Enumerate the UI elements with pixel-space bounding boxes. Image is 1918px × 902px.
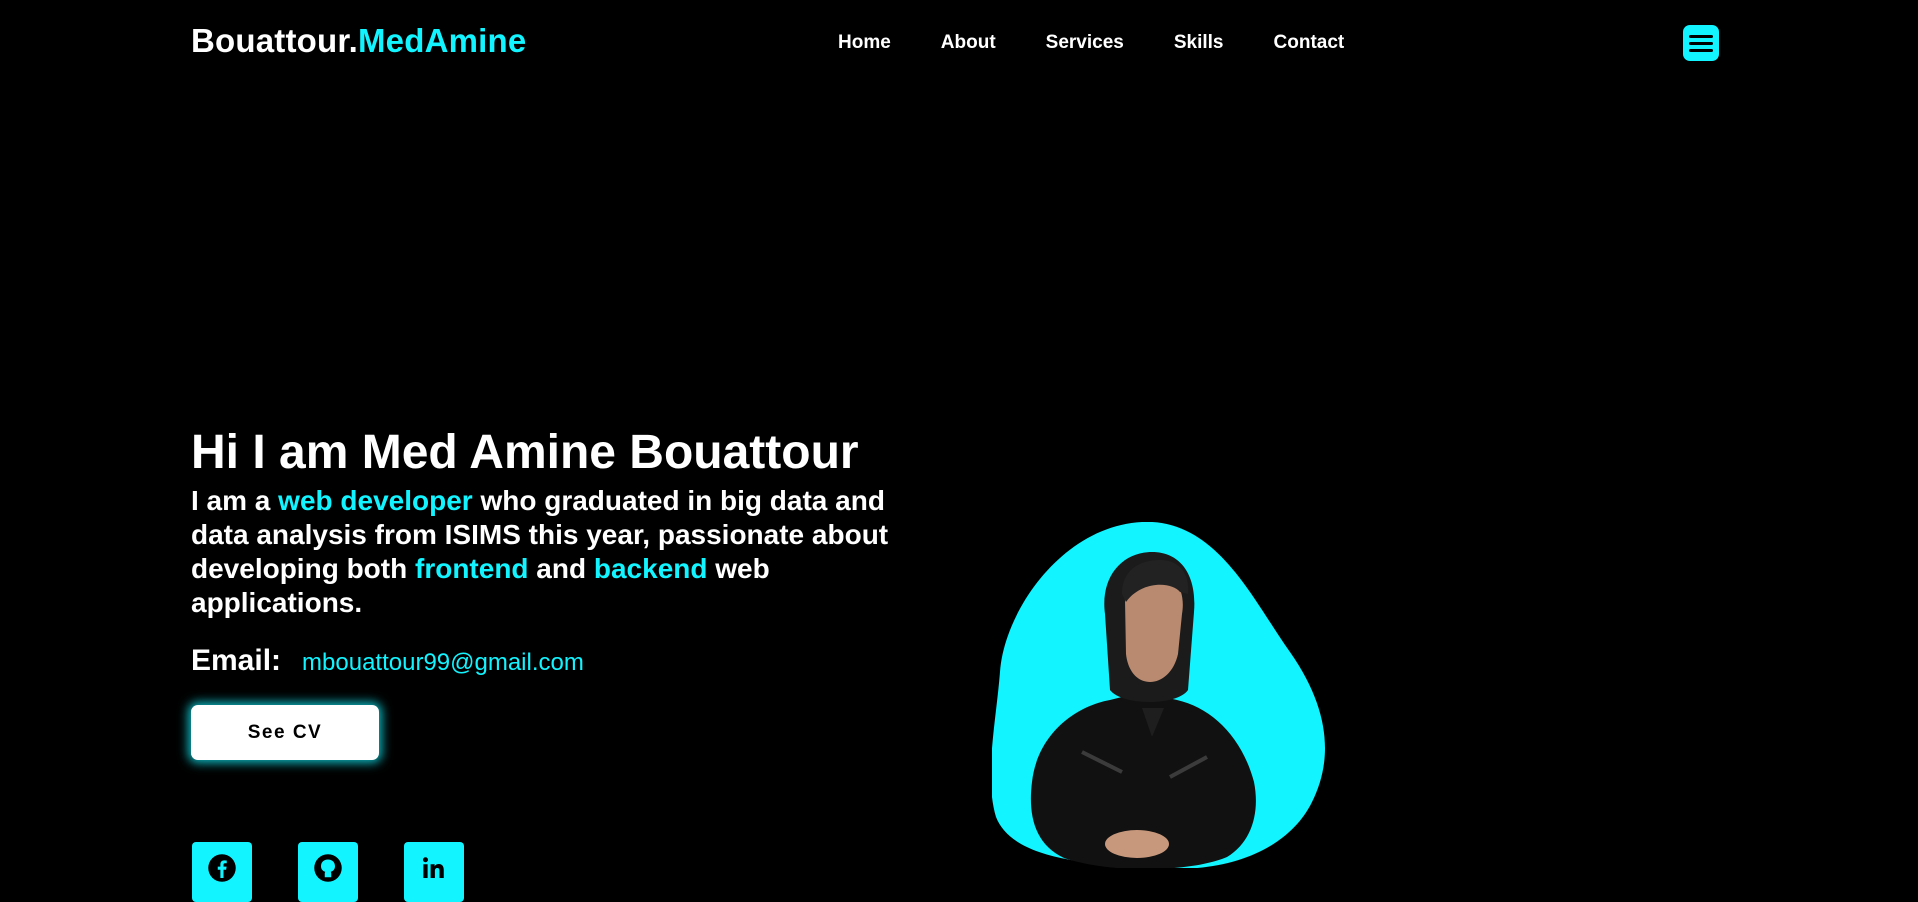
hamburger-menu-icon-bar [1689,48,1713,52]
nav-services[interactable]: Services [1046,31,1124,55]
nav-contact[interactable]: Contact [1274,31,1345,55]
linkedin-icon [423,857,444,878]
hero-title: Hi I am Med Amine Bouattour [191,426,859,479]
site-header: Bouattour.MedAmine Home About Services S… [0,0,1918,86]
github-link[interactable] [298,842,358,902]
see-cv-button[interactable]: See CV [191,705,379,760]
github-icon [314,854,342,882]
main-nav: Home About Services Skills Contact [838,31,1344,55]
facebook-link[interactable] [192,842,252,902]
hamburger-menu-icon [1689,34,1713,38]
facebook-icon [208,854,236,882]
desc-highlight-backend: backend [593,553,708,584]
logo-accent: MedAmine [357,22,527,59]
nav-skills[interactable]: Skills [1174,31,1224,55]
desc-text: I am a [191,485,279,516]
email-link[interactable]: mbouattour99@gmail.com [302,645,584,681]
nav-about[interactable]: About [941,31,996,55]
profile-photo [992,522,1325,868]
email-label: Email: [191,644,282,677]
email-row: Email: mbouattour99@gmail.com [191,643,584,681]
menu-button[interactable] [1683,25,1719,61]
hero-description: I am a web developer who graduated in bi… [191,484,931,620]
desc-highlight-web-developer: web developer [278,485,473,516]
desc-highlight-frontend: frontend [415,553,529,584]
social-links [192,842,464,902]
hamburger-menu-icon-bar [1689,41,1713,45]
logo[interactable]: Bouattour.MedAmine [191,21,526,61]
linkedin-link[interactable] [404,842,464,902]
nav-home[interactable]: Home [838,31,891,55]
desc-text: and [528,553,594,584]
logo-name: Bouattour. [191,22,358,59]
